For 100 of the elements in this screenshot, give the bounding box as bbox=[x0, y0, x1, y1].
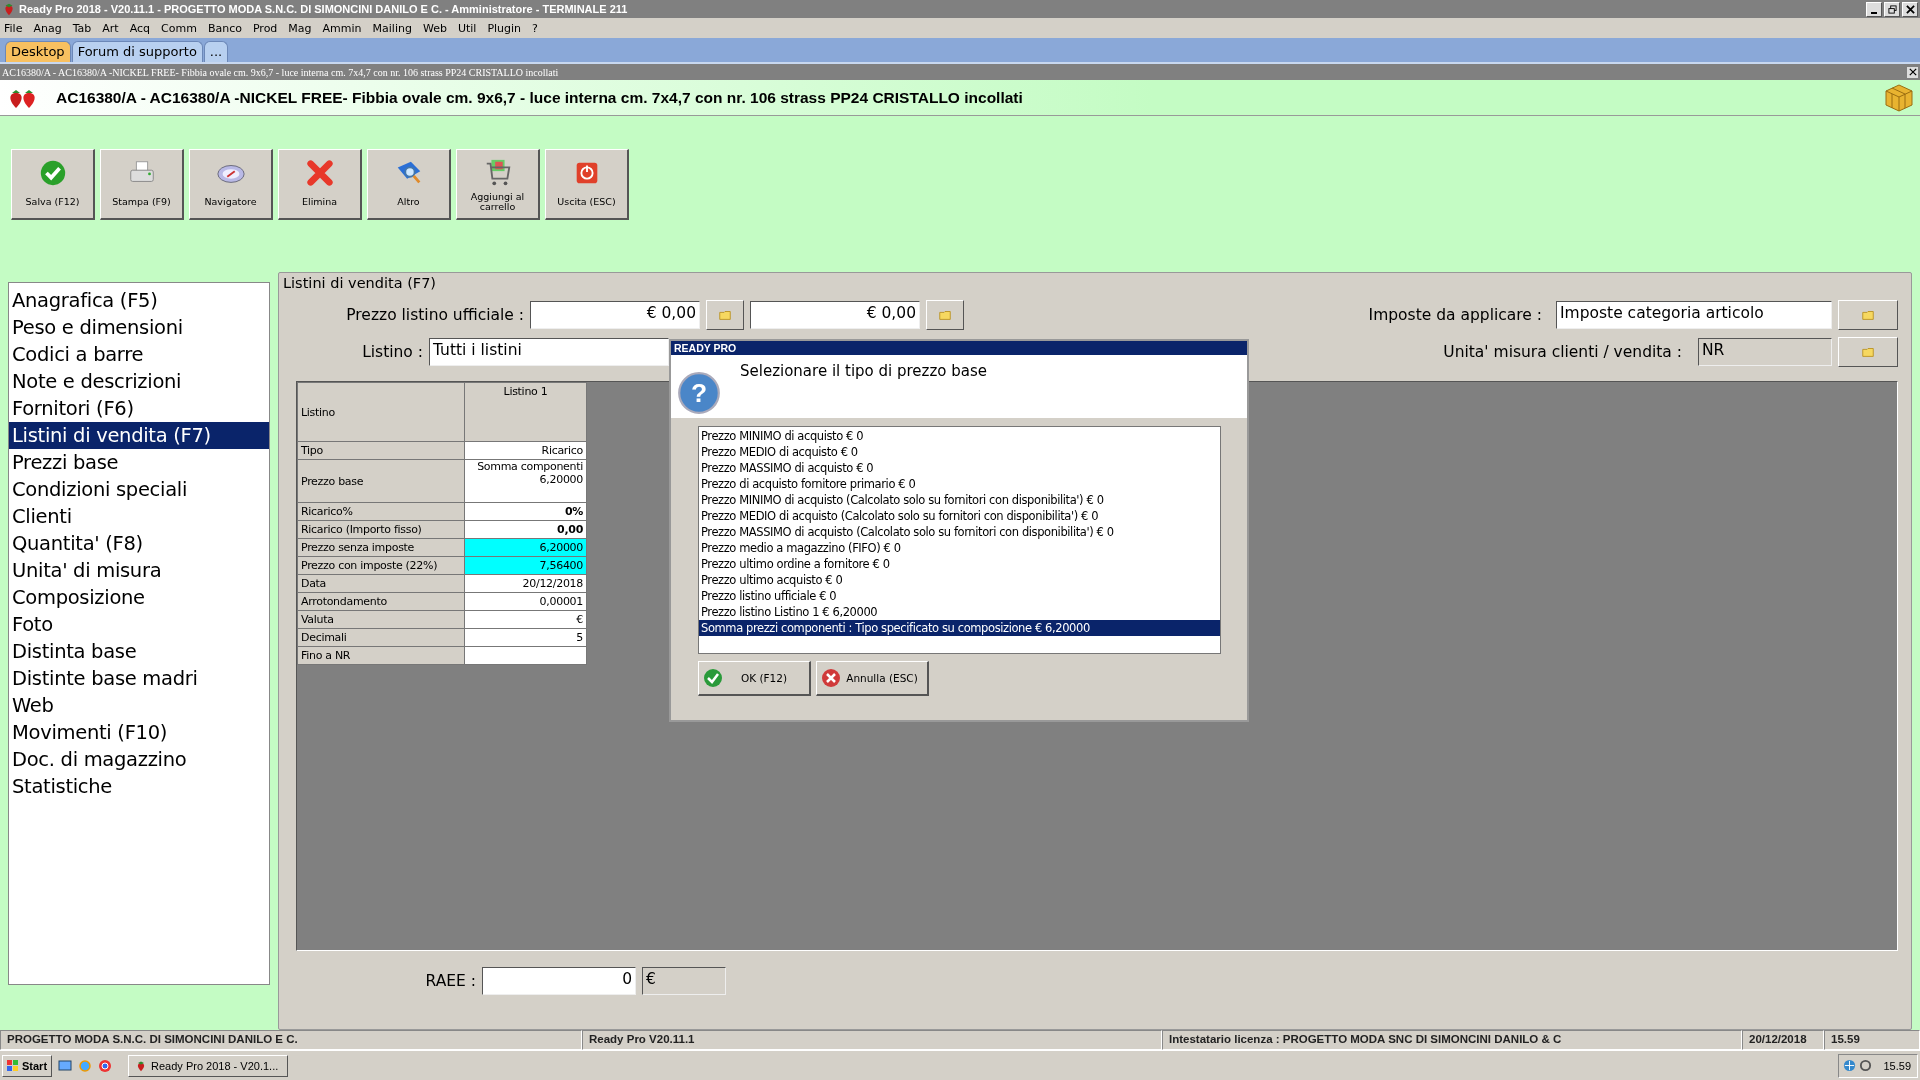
section-list-item[interactable]: Distinta base bbox=[9, 638, 269, 665]
menu-item[interactable]: Web bbox=[422, 21, 447, 35]
price-list-field[interactable]: Tutti i listini bbox=[429, 338, 669, 366]
price-type-option[interactable]: Prezzo MASSIMO di acquisto € 0 bbox=[699, 460, 1220, 476]
folder-button[interactable] bbox=[706, 300, 744, 330]
price-field[interactable]: € 0,00 bbox=[750, 301, 920, 329]
section-list-item[interactable]: Clienti bbox=[9, 503, 269, 530]
section-list-item[interactable]: Note e descrizioni bbox=[9, 368, 269, 395]
tab[interactable]: Forum di supporto bbox=[71, 41, 203, 62]
section-list-item[interactable]: Distinte base madri bbox=[9, 665, 269, 692]
menu-item[interactable]: File bbox=[4, 21, 23, 35]
table-header: Listino 1 bbox=[464, 382, 587, 442]
toolbar-button[interactable]: Aggiungi al carrello bbox=[456, 149, 540, 220]
section-list-item[interactable]: Doc. di magazzino bbox=[9, 746, 269, 773]
menu-item[interactable]: Mailing bbox=[372, 21, 412, 35]
menu-item[interactable]: Anag bbox=[33, 21, 62, 35]
section-list-item[interactable]: Statistiche bbox=[9, 773, 269, 800]
tab[interactable]: ... bbox=[203, 41, 229, 62]
status-bar-field: 15.59 bbox=[1824, 1030, 1920, 1050]
price-type-option[interactable]: Prezzo listino ufficiale € 0 bbox=[699, 588, 1220, 604]
price-type-option[interactable]: Prezzo ultimo ordine a fornitore € 0 bbox=[699, 556, 1220, 572]
menu-item[interactable]: Util bbox=[457, 21, 477, 35]
cancel-button[interactable]: Annulla (ESC) bbox=[816, 661, 929, 696]
folder-button[interactable] bbox=[1838, 300, 1898, 330]
field-label: Prezzo listino ufficiale : bbox=[345, 306, 524, 324]
price-type-option[interactable]: Prezzo MEDIO di acquisto € 0 bbox=[699, 444, 1220, 460]
desktop-icon[interactable] bbox=[58, 1058, 73, 1073]
menu-item[interactable]: Acq bbox=[129, 21, 151, 35]
minimize-button[interactable] bbox=[1866, 1, 1882, 17]
price-type-option[interactable]: Prezzo MEDIO di acquisto (Calcolato solo su fornitori con disponibilita') € 0 bbox=[699, 508, 1220, 524]
toolbar-button[interactable]: Elimina bbox=[278, 149, 362, 220]
menu-item[interactable]: Mag bbox=[288, 21, 312, 35]
restore-button[interactable] bbox=[1884, 1, 1900, 17]
price-type-option[interactable]: Prezzo MINIMO di acquisto € 0 bbox=[699, 428, 1220, 444]
section-list-item[interactable]: Listini di vendita (F7) bbox=[9, 422, 269, 449]
close-button[interactable] bbox=[1902, 1, 1918, 17]
price-field[interactable]: € 0,00 bbox=[530, 301, 700, 329]
menu-item[interactable]: Comm bbox=[161, 21, 197, 35]
price-type-option[interactable]: Prezzo di acquisto fornitore primario € 0 bbox=[699, 476, 1220, 492]
section-list-item[interactable]: Peso e dimensioni bbox=[9, 314, 269, 341]
currency-field: € bbox=[642, 967, 726, 995]
tab[interactable]: Desktop bbox=[5, 41, 71, 62]
toolbar-button[interactable]: Salva (F12) bbox=[11, 149, 95, 220]
browser-icon[interactable] bbox=[98, 1058, 113, 1073]
circle-icon[interactable] bbox=[1859, 1059, 1873, 1072]
menu-item[interactable]: Banco bbox=[207, 21, 242, 35]
field-label: Imposte da applicare : bbox=[1368, 306, 1542, 324]
menu-item[interactable]: Prod bbox=[252, 21, 278, 35]
section-list-item[interactable]: Codici a barre bbox=[9, 341, 269, 368]
price-type-option[interactable]: Prezzo MASSIMO di acquisto (Calcolato solo su fornitori con disponibilita') € 0 bbox=[699, 524, 1220, 540]
section-list-item[interactable]: Condizioni speciali bbox=[9, 476, 269, 503]
price-type-option[interactable]: Prezzo MINIMO di acquisto (Calcolato solo su fornitori con disponibilita') € 0 bbox=[699, 492, 1220, 508]
field-label: Listino : bbox=[361, 343, 423, 361]
folder-button[interactable] bbox=[1838, 337, 1898, 367]
toolbar-button[interactable]: Uscita (ESC) bbox=[545, 149, 629, 220]
close-icon bbox=[1905, 4, 1915, 14]
document-caption: AC16380/A - AC16380/A -NICKEL FREE- Fibbia ovale cm. 9x6,7 - luce interna cm. 7x4,7 con nr. 106 strass PP24 CRISTALLO incollati bbox=[2, 66, 560, 78]
tax-field[interactable]: Imposte categoria articolo bbox=[1556, 301, 1832, 329]
toolbar-button[interactable]: Navigatore bbox=[189, 149, 273, 220]
section-list-item[interactable]: Unita' di misura bbox=[9, 557, 269, 584]
price-type-option[interactable]: Prezzo ultimo acquisto € 0 bbox=[699, 572, 1220, 588]
section-list-item[interactable]: Quantita' (F8) bbox=[9, 530, 269, 557]
price-type-option[interactable]: Prezzo medio a magazzino (FIFO) € 0 bbox=[699, 540, 1220, 556]
section-list-item[interactable]: Movimenti (F10) bbox=[9, 719, 269, 746]
start-button[interactable]: Start bbox=[2, 1054, 53, 1077]
section-list-item[interactable]: Web bbox=[9, 692, 269, 719]
network-icon[interactable] bbox=[1843, 1059, 1857, 1072]
close-button[interactable] bbox=[1907, 66, 1918, 78]
menu-item[interactable]: ? bbox=[532, 21, 538, 35]
toolbar-button[interactable]: Stampa (F9) bbox=[100, 149, 184, 220]
menu-item[interactable]: Ammin bbox=[322, 21, 362, 35]
folder-icon bbox=[1861, 345, 1875, 359]
table-header: Listino bbox=[297, 382, 465, 442]
price-type-option[interactable]: Prezzo listino Listino 1 € 6,20000 bbox=[699, 604, 1220, 620]
ok-button[interactable]: OK (F12) bbox=[698, 661, 811, 696]
field-label: Unita' misura clienti / vendita : bbox=[1443, 343, 1682, 361]
status-bar-field: PROGETTO MODA S.N.C. DI SIMONCINI DANILO E C. bbox=[0, 1030, 582, 1050]
price-type-option[interactable]: Somma prezzi componenti : Tipo specificato su composizione € 6,20000 bbox=[699, 620, 1220, 636]
status-bar-field: 20/12/2018 bbox=[1742, 1030, 1824, 1050]
section-list-item[interactable]: Prezzi base bbox=[9, 449, 269, 476]
window-title: Ready Pro 2018 - V20.11.1 - PROGETTO MODA S.N.C. DI SIMONCINI DANILO E C. - Amministratore - TERMINALE 211 bbox=[19, 3, 629, 15]
folder-button[interactable] bbox=[926, 300, 964, 330]
restore-icon bbox=[1887, 4, 1897, 14]
section-list-item[interactable]: Anagrafica (F5) bbox=[9, 287, 269, 314]
section-list-item[interactable]: Fornitori (F6) bbox=[9, 395, 269, 422]
cross-icon bbox=[821, 668, 841, 688]
menu-item[interactable]: Tab bbox=[72, 21, 92, 35]
section-list-item[interactable]: Foto bbox=[9, 611, 269, 638]
menu-item[interactable]: Art bbox=[102, 21, 119, 35]
table-cell: Prezzo base bbox=[297, 459, 465, 503]
dialog-message: Selezionare il tipo di prezzo base bbox=[740, 362, 987, 380]
raee-field[interactable]: 0 bbox=[482, 967, 636, 995]
panel-title: Listini di vendita (F7) bbox=[283, 275, 438, 293]
checkmark-icon bbox=[703, 668, 723, 688]
table-cell: Somma componenti 6,20000 bbox=[464, 459, 587, 503]
section-list-item[interactable]: Composizione bbox=[9, 584, 269, 611]
taskbar-window-button[interactable]: Ready Pro 2018 - V20.1... bbox=[128, 1054, 289, 1077]
cross-icon bbox=[304, 158, 335, 188]
toolbar-button[interactable]: Altro bbox=[367, 149, 451, 220]
menu-item[interactable]: Plugin bbox=[487, 21, 522, 35]
